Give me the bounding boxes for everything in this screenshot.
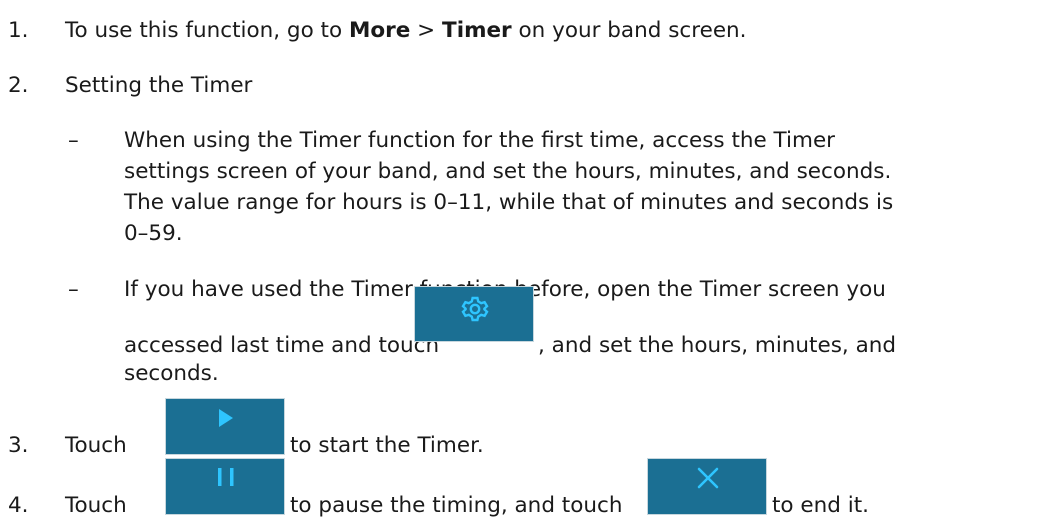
step-text-after: to start the Timer. [290,433,484,458]
bullet-first-time: When using the Timer function for the fi… [124,128,894,246]
step-number: 2. [8,73,29,98]
close-icon [697,467,719,489]
step-number: 3. [8,433,29,458]
menu-more: More [348,18,411,43]
step-text-before: Touch [65,493,127,518]
settings-button[interactable] [414,286,534,342]
step-number: 1. [8,18,29,43]
bullet-dash: – [68,128,79,153]
gear-icon [461,296,489,322]
menu-timer: Timer [442,18,512,43]
bullet-used-before-line2-end: , and set the hours, minutes, and [538,333,897,358]
step-text: Setting the Timer [65,73,253,98]
end-button[interactable] [647,458,767,515]
bullet-dash: – [68,277,79,302]
step-number: 4. [8,493,29,518]
step-text-before: Touch [65,433,127,458]
bullet-used-before-line1: If you have used the Timer function befo… [124,277,886,302]
step-text: To use this function, go to More > Timer… [65,18,747,43]
bullet-used-before-line3: seconds. [124,361,219,386]
step-text-after: to end it. [772,493,869,518]
step-text-middle: to pause the timing, and touch [290,493,623,518]
start-button[interactable] [165,398,285,455]
pause-icon [218,468,234,486]
pause-button[interactable] [165,458,285,515]
play-icon [219,409,233,427]
